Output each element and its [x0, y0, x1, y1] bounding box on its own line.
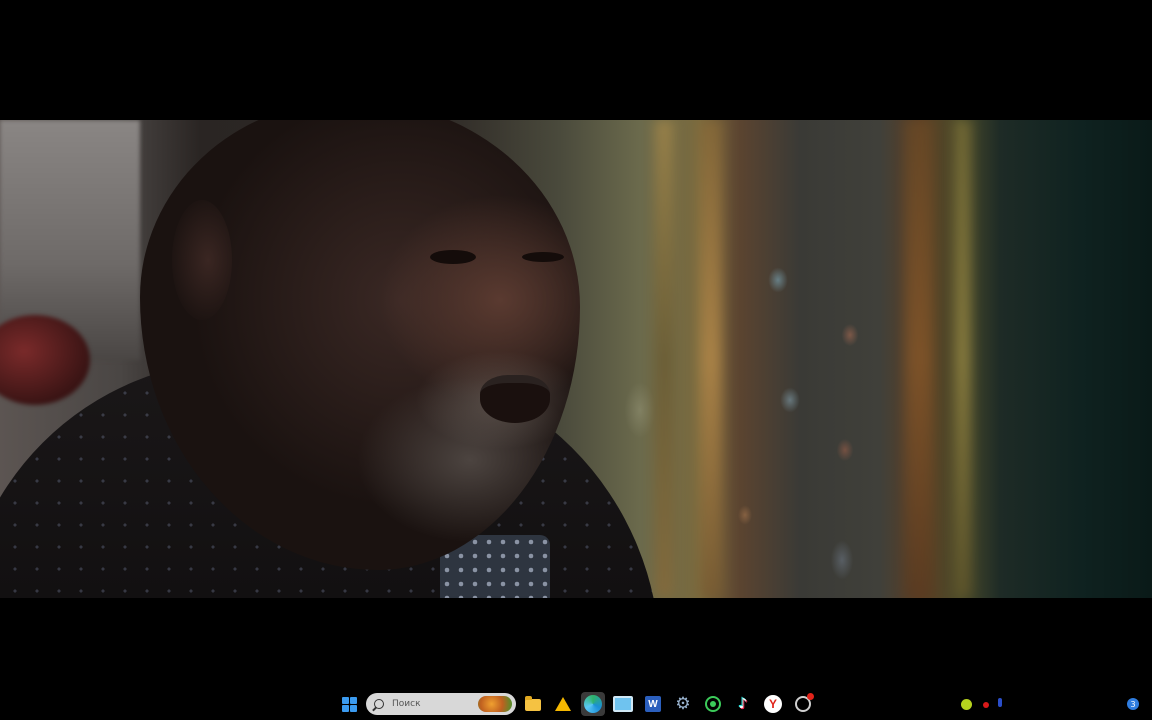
- word-icon: W: [645, 696, 661, 712]
- desktop-screen: Поиск W ⚙ ♪ Y 3: [0, 0, 1152, 720]
- taskbar-whatsapp[interactable]: [701, 692, 725, 716]
- yandex-icon: Y: [764, 695, 782, 713]
- microphone-icon[interactable]: [998, 698, 1002, 707]
- tray-status-icon[interactable]: [961, 699, 972, 710]
- background-bokeh: [905, 120, 933, 598]
- whatsapp-icon: [705, 696, 721, 712]
- search-highlight-image: [478, 696, 512, 712]
- background-bokeh: [700, 120, 722, 598]
- search-icon: [374, 699, 384, 709]
- background-bokeh: [955, 120, 971, 598]
- taskbar-tiktok[interactable]: ♪: [731, 692, 755, 716]
- search-placeholder: Поиск: [392, 699, 421, 709]
- start-button[interactable]: [337, 692, 361, 716]
- taskbar-file-explorer[interactable]: [521, 692, 545, 716]
- person-eyes: [430, 250, 476, 264]
- taskbar-search-box[interactable]: Поиск: [366, 693, 516, 715]
- edge-browser-icon: [584, 695, 602, 713]
- taskbar-settings[interactable]: ⚙: [671, 692, 695, 716]
- person-mouth: [480, 375, 550, 423]
- tiktok-icon: ♪: [738, 696, 748, 712]
- gear-icon: ⚙: [675, 693, 691, 714]
- notification-badge-dot: [807, 693, 814, 700]
- monitor-icon: [613, 696, 633, 712]
- video-frame[interactable]: [0, 120, 1152, 598]
- taskbar-remote-desktop[interactable]: [611, 692, 635, 716]
- taskbar-app-with-badge[interactable]: [791, 692, 815, 716]
- tray-recording-icon[interactable]: [983, 702, 989, 708]
- taskbar-triangle-app[interactable]: [551, 692, 575, 716]
- triangle-app-icon: [555, 697, 571, 711]
- background-bokeh: [655, 120, 673, 598]
- taskbar: Поиск W ⚙ ♪ Y: [0, 688, 1152, 720]
- taskbar-yandex[interactable]: Y: [761, 692, 785, 716]
- folder-icon: [525, 696, 541, 711]
- windows-start-icon: [341, 696, 357, 712]
- person-ear: [172, 200, 232, 320]
- taskbar-edge[interactable]: [581, 692, 605, 716]
- notification-center-button[interactable]: 3: [1127, 698, 1139, 710]
- taskbar-word[interactable]: W: [641, 692, 665, 716]
